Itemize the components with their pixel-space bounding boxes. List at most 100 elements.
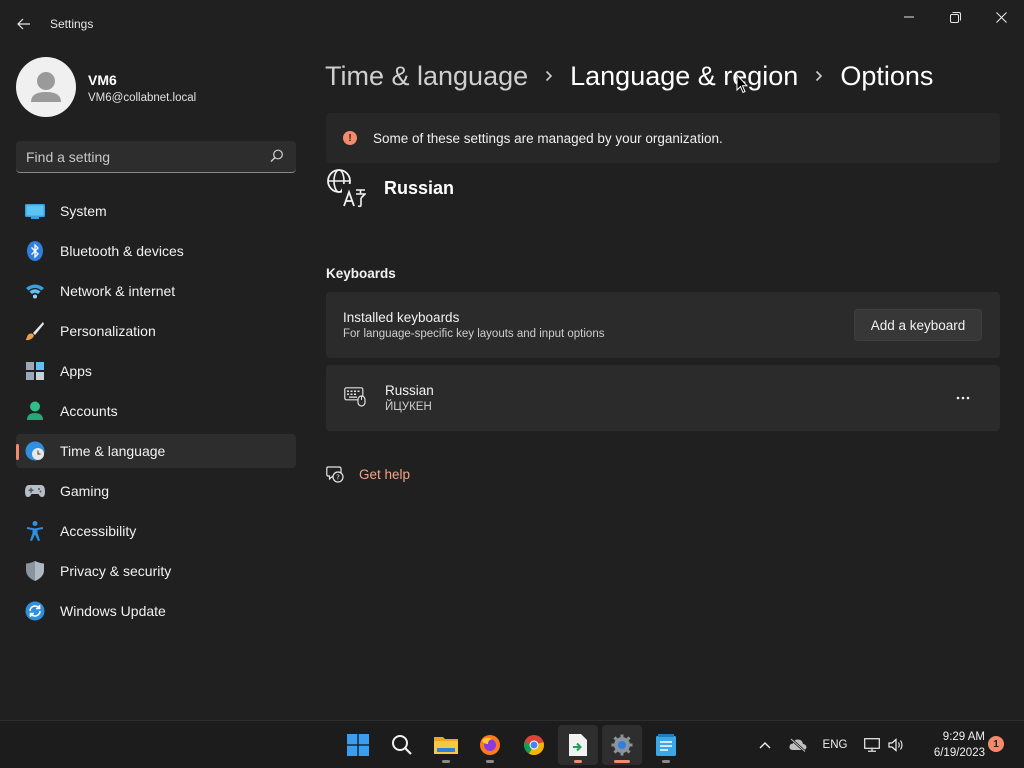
wifi-icon bbox=[25, 281, 45, 301]
input-language-button[interactable]: ENG bbox=[818, 721, 852, 768]
title-bar: Settings bbox=[0, 0, 1024, 48]
more-options-button[interactable] bbox=[948, 387, 978, 409]
sidebar-item-label: Accounts bbox=[60, 403, 118, 419]
sidebar-item-label: Bluetooth & devices bbox=[60, 243, 184, 259]
breadcrumb-item-time-language[interactable]: Time & language bbox=[325, 61, 528, 92]
sidebar-item-network[interactable]: Network & internet bbox=[16, 274, 296, 308]
apps-icon bbox=[25, 361, 45, 381]
more-icon bbox=[956, 396, 970, 400]
page-title: Options bbox=[840, 60, 934, 91]
sidebar-item-label: Personalization bbox=[60, 323, 156, 339]
keyboard-list-item: Russian ЙЦУКЕН bbox=[326, 365, 1000, 431]
sidebar-item-time-language[interactable]: Time & language bbox=[16, 434, 296, 468]
language-title: Russian bbox=[384, 177, 455, 198]
app-title: Settings bbox=[50, 17, 94, 31]
sidebar-item-label: Windows Update bbox=[60, 603, 166, 619]
accounts-icon bbox=[25, 401, 45, 421]
breadcrumb: Time & language Language & region Option… bbox=[325, 58, 933, 94]
onedrive-tray-button[interactable] bbox=[784, 721, 812, 768]
search-icon bbox=[392, 735, 412, 755]
close-icon bbox=[995, 11, 1007, 23]
keyboards-section-title: Keyboards bbox=[326, 266, 396, 281]
network-tray-button[interactable] bbox=[860, 721, 884, 768]
add-keyboard-button[interactable]: Add a keyboard bbox=[854, 309, 982, 341]
taskbar-firefox[interactable] bbox=[470, 725, 510, 765]
sidebar-item-privacy[interactable]: Privacy & security bbox=[16, 554, 296, 588]
close-button[interactable] bbox=[978, 2, 1024, 32]
start-button[interactable] bbox=[338, 725, 378, 765]
input-language: ENG bbox=[822, 739, 848, 751]
chevron-right-icon bbox=[798, 70, 840, 82]
avatar bbox=[16, 57, 76, 117]
windows-logo-icon bbox=[347, 734, 369, 756]
taskbar-settings[interactable] bbox=[602, 725, 642, 765]
firefox-icon bbox=[480, 735, 500, 755]
restore-button[interactable] bbox=[932, 2, 978, 32]
installed-keyboards-card: Installed keyboards For language-specifi… bbox=[326, 292, 1000, 358]
keyboard-layout: ЙЦУКЕН bbox=[385, 401, 432, 413]
running-indicator bbox=[486, 760, 494, 763]
taskbar-search-button[interactable] bbox=[382, 725, 422, 765]
sidebar-item-label: Time & language bbox=[60, 443, 166, 459]
brush-icon bbox=[25, 321, 45, 341]
running-indicator bbox=[662, 760, 670, 763]
sidebar-item-gaming[interactable]: Gaming bbox=[16, 474, 296, 508]
file-transfer-icon bbox=[569, 734, 587, 756]
language-header: Russian bbox=[326, 168, 454, 208]
taskbar-notepad[interactable] bbox=[646, 725, 686, 765]
clock[interactable]: 9:29 AM 6/19/2023 bbox=[905, 729, 985, 761]
keyboard-icon bbox=[344, 387, 366, 407]
chevron-up-icon bbox=[759, 742, 771, 749]
sidebar-item-accessibility[interactable]: Accessibility bbox=[16, 514, 296, 548]
taskbar-chrome[interactable] bbox=[514, 725, 554, 765]
show-hidden-icons-button[interactable] bbox=[752, 721, 778, 768]
active-indicator bbox=[614, 760, 630, 763]
sidebar-item-apps[interactable]: Apps bbox=[16, 354, 296, 388]
search-input[interactable] bbox=[26, 141, 266, 172]
breadcrumb-item-language-region[interactable]: Language & region bbox=[570, 61, 798, 92]
accessibility-icon bbox=[25, 521, 45, 541]
sidebar-item-label: Network & internet bbox=[60, 283, 176, 299]
bluetooth-icon bbox=[25, 241, 45, 261]
update-icon bbox=[25, 601, 45, 621]
minimize-icon bbox=[904, 16, 914, 18]
svg-text:?: ? bbox=[336, 474, 340, 482]
taskbar: ENG 9:29 AM 6/19/2023 bbox=[0, 720, 1024, 768]
info-icon: ! bbox=[343, 131, 357, 145]
taskbar-file-explorer[interactable] bbox=[426, 725, 466, 765]
restore-icon bbox=[949, 11, 961, 23]
search-box[interactable] bbox=[16, 141, 296, 173]
mouse-cursor-icon bbox=[736, 74, 748, 94]
get-help-label: Get help bbox=[359, 466, 411, 482]
user-profile[interactable]: VM6 VM6@collabnet.local bbox=[16, 57, 306, 117]
keyboard-name: Russian bbox=[385, 383, 434, 398]
back-arrow-icon bbox=[17, 18, 30, 30]
sidebar-item-label: Accessibility bbox=[60, 523, 137, 539]
sidebar-item-label: System bbox=[60, 203, 107, 219]
sidebar-item-system[interactable]: System bbox=[16, 194, 296, 228]
sidebar-item-personalization[interactable]: Personalization bbox=[16, 314, 296, 348]
system-icon bbox=[25, 201, 45, 221]
sidebar-item-windows-update[interactable]: Windows Update bbox=[16, 594, 296, 628]
file-explorer-icon bbox=[434, 737, 458, 754]
sidebar-item-label: Privacy & security bbox=[60, 563, 172, 579]
user-email: VM6@collabnet.local bbox=[88, 92, 197, 104]
clock-time: 9:29 AM bbox=[942, 731, 985, 743]
sidebar-item-accounts[interactable]: Accounts bbox=[16, 394, 296, 428]
time-language-icon bbox=[25, 441, 45, 461]
back-button[interactable] bbox=[10, 10, 38, 38]
sidebar-item-bluetooth[interactable]: Bluetooth & devices bbox=[16, 234, 296, 268]
search-icon bbox=[270, 149, 283, 162]
settings-icon bbox=[611, 734, 633, 756]
user-name: VM6 bbox=[88, 72, 117, 88]
gamepad-icon bbox=[25, 481, 45, 501]
shield-icon bbox=[25, 561, 45, 581]
language-icon bbox=[327, 169, 366, 208]
minimize-button[interactable] bbox=[886, 2, 932, 32]
notification-badge[interactable]: 1 bbox=[988, 736, 1004, 752]
taskbar-file-transfer[interactable] bbox=[558, 725, 598, 765]
network-icon bbox=[864, 738, 880, 752]
get-help-link[interactable]: ? Get help bbox=[326, 465, 410, 483]
installed-keyboards-subtitle: For language-specific key layouts and in… bbox=[343, 328, 605, 340]
sidebar-item-label: Apps bbox=[60, 363, 92, 379]
